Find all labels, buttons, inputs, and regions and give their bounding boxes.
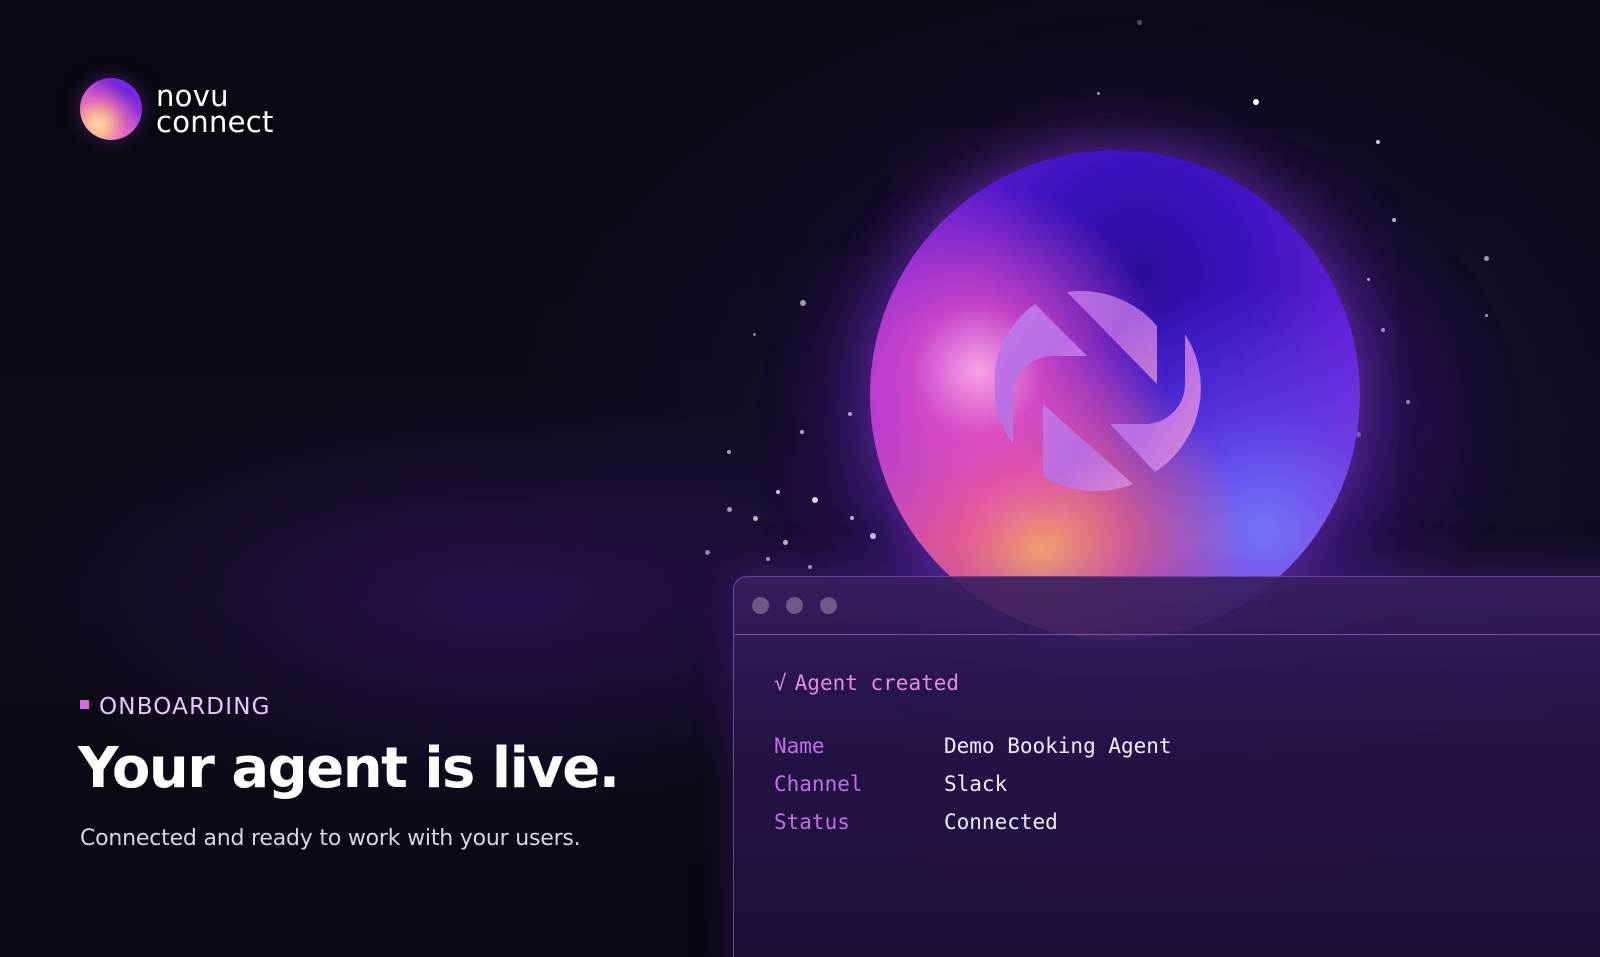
- page-headline: Your agent is live.: [78, 736, 620, 801]
- detail-row-channel: Channel Slack: [774, 765, 1600, 803]
- detail-key: Name: [774, 734, 825, 758]
- sparkle: [727, 450, 731, 454]
- sparkle: [753, 516, 758, 521]
- sparkle: [766, 557, 770, 561]
- detail-key: Status: [774, 810, 850, 834]
- sparkle: [727, 507, 732, 512]
- terminal-output: √ Agent created Name Demo Booking Agent C…: [734, 635, 1600, 841]
- window-control-dot-icon[interactable]: [820, 597, 837, 614]
- eyebrow-label: ONBOARDING: [99, 694, 271, 720]
- sparkle: [808, 565, 812, 569]
- sparkle: [1253, 99, 1259, 105]
- detail-key: Channel: [774, 772, 863, 796]
- sparkle: [1137, 20, 1142, 25]
- detail-value: Demo Booking Agent: [944, 734, 1172, 758]
- onboarding-eyebrow: ONBOARDING: [80, 694, 271, 720]
- sparkle: [783, 540, 788, 545]
- page-subtitle: Connected and ready to work with your us…: [80, 826, 581, 851]
- novu-n-mark-icon: [995, 291, 1201, 492]
- sparkle: [1376, 140, 1380, 144]
- logo-orb-icon: [80, 78, 142, 140]
- detail-value: Slack: [944, 772, 1008, 796]
- status-message: Agent created: [794, 671, 960, 695]
- sparkle: [776, 490, 780, 494]
- sparkle: [1484, 256, 1489, 261]
- agent-status-line: √ Agent created: [774, 671, 1600, 697]
- brand-wordmark: novu connect: [156, 82, 274, 139]
- detail-row-name: Name Demo Booking Agent: [774, 727, 1600, 765]
- detail-value: Connected: [944, 810, 1058, 834]
- check-icon: √: [774, 671, 787, 695]
- brand-line-2: connect: [156, 105, 274, 139]
- brand-logo: novu connect: [80, 78, 274, 140]
- sparkle: [1097, 92, 1100, 95]
- square-bullet-icon: [80, 699, 89, 709]
- terminal-window: √ Agent created Name Demo Booking Agent C…: [733, 576, 1600, 957]
- window-control-dot-icon[interactable]: [786, 597, 803, 614]
- onboarding-screen: novu connect ONBOARDING Your agent is li…: [0, 0, 1600, 957]
- sparkle: [705, 550, 710, 555]
- window-control-dot-icon[interactable]: [752, 597, 769, 614]
- sparkle: [753, 333, 756, 336]
- detail-row-status: Status Connected: [774, 803, 1600, 841]
- window-title-bar: [734, 577, 1600, 635]
